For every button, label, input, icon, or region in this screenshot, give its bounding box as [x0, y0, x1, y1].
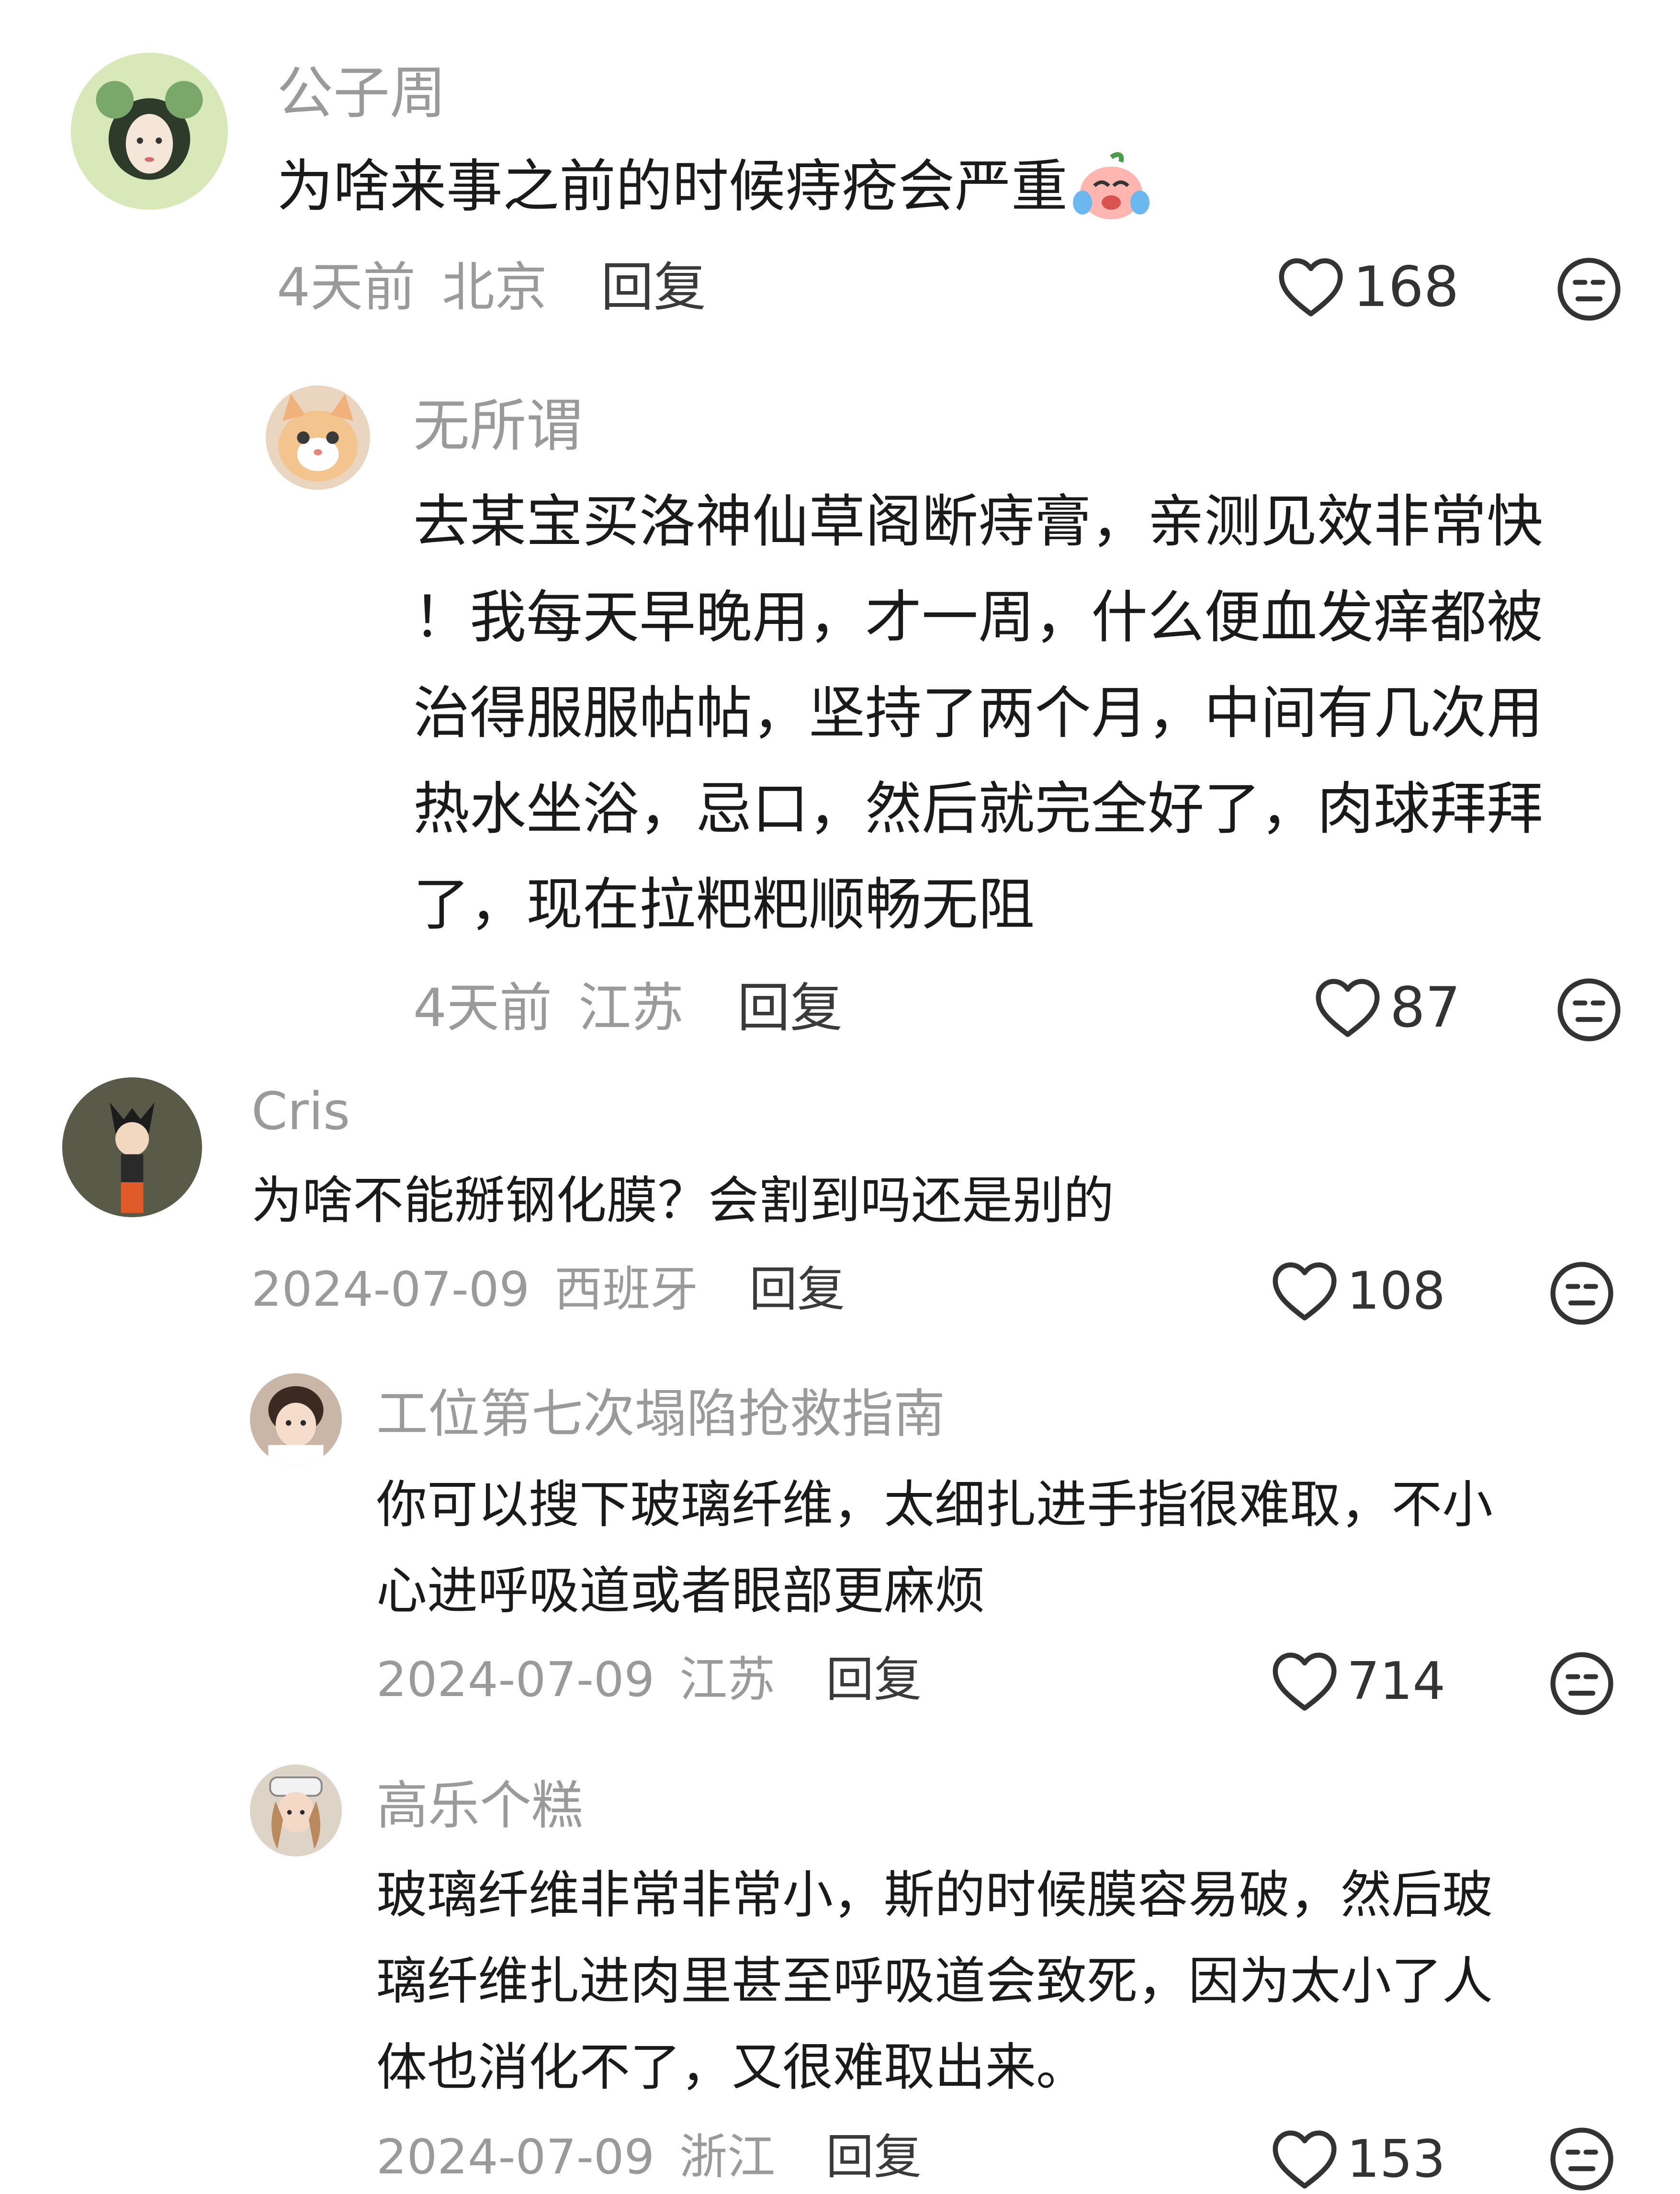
comment-username[interactable]: 公子周 [277, 65, 446, 121]
comment-time: 2024-07-09 [376, 2129, 655, 2185]
comment-text-line: 治得服服帖帖，坚持了两个月，中间有几次用 [413, 680, 1544, 746]
comment-location: 江苏 [578, 977, 684, 1039]
comment-location: 浙江 [679, 2129, 775, 2185]
avatar[interactable] [71, 53, 228, 210]
comment-text-line: 体也消化不了，又很难取出来。 [376, 2038, 1087, 2097]
avatar-image [62, 1077, 202, 1217]
comment-text-line: 为啥不能掰钢化膜？会割到吗还是别的 [251, 1171, 1114, 1230]
like-count: 87 [1390, 975, 1461, 1040]
comment-meta: 4天前 北京 [277, 261, 547, 314]
reply-button[interactable]: 回复 [749, 1266, 845, 1313]
comment-location: 江苏 [679, 1651, 775, 1708]
comment-username[interactable]: Cris [251, 1086, 350, 1138]
neutral-face-icon [1557, 258, 1621, 321]
comment-meta: 2024-07-09 西班牙 [251, 1266, 698, 1313]
neutral-face-icon [1550, 1652, 1613, 1715]
comment-time: 4天前 [413, 977, 552, 1039]
like-button[interactable]: 714 [1271, 1651, 1445, 1713]
comment-text: 你可以搜下玻璃纤维，太细扎进手指很难取，不小 心进呼吸道或者眼部更麻烦 [376, 1480, 1493, 1617]
dislike-button[interactable] [1549, 1651, 1615, 1717]
comment-text: 玻璃纤维非常非常小，斯的时候膜容易破，然后玻 璃纤维扎进肉里甚至呼吸道会致死，因… [376, 1870, 1493, 2093]
comment-meta: 2024-07-09 江苏 [376, 1656, 775, 1704]
heart-outline-icon [1279, 258, 1343, 317]
avatar-image [250, 1373, 342, 1465]
heart-outline-icon [1273, 1262, 1337, 1321]
comment-text: 为啥不能掰钢化膜？会割到吗还是别的 [251, 1176, 1114, 1226]
comment-text-line: 了，现在拉粑粑顺畅无阻 [413, 871, 1035, 938]
dislike-button[interactable] [1549, 1260, 1615, 1326]
like-button[interactable]: 153 [1271, 2128, 1445, 2191]
heart-outline-icon [1273, 1652, 1337, 1711]
dislike-button[interactable] [1556, 256, 1622, 322]
comment-text-line: 热水坐浴，忌口，然后就完全好了，肉球拜拜 [413, 776, 1544, 842]
avatar-image [250, 1764, 342, 1856]
like-count: 108 [1347, 1261, 1446, 1321]
like-button[interactable]: 108 [1271, 1260, 1445, 1323]
comment-text-line: 心进呼吸道或者眼部更麻烦 [376, 1561, 985, 1620]
crying-peach-emoji [1073, 152, 1150, 219]
comment-text-line: ！我每天早晚用，才一周，什么便血发痒都被 [413, 584, 1544, 650]
avatar[interactable] [250, 1764, 342, 1856]
like-button[interactable]: 168 [1277, 256, 1459, 318]
avatar-image [266, 385, 370, 490]
dislike-button[interactable] [1549, 2126, 1615, 2192]
comment-text-line: 去某宝买洛神仙草阁断痔膏，亲测见效非常快 [413, 488, 1544, 554]
comment-location: 北京 [441, 257, 547, 318]
comment-meta: 4天前 江苏 [413, 982, 684, 1034]
reply-button[interactable]: 回复 [601, 261, 706, 314]
heart-outline-icon [1316, 979, 1380, 1037]
comment-text-line-content: 为啥来事之前的时候痔疮会严重 [277, 153, 1068, 219]
like-button[interactable]: 87 [1314, 977, 1461, 1039]
comment-text-line: 为啥来事之前的时候痔疮会严重 [277, 152, 1152, 222]
comment-username[interactable]: 高乐个糕 [376, 1780, 583, 1832]
neutral-face-icon [1557, 978, 1621, 1041]
comment-time: 2024-07-09 [376, 1651, 655, 1708]
avatar-image [71, 53, 228, 210]
comment-text-line: 璃纤维扎进肉里甚至呼吸道会致死，因为太小了人 [376, 1952, 1493, 2011]
dislike-button[interactable] [1556, 977, 1622, 1043]
heart-outline-icon [1273, 2130, 1337, 2189]
reply-button[interactable]: 回复 [826, 2133, 922, 2181]
comment-username[interactable]: 无所谓 [413, 397, 583, 454]
reply-button[interactable]: 回复 [737, 982, 843, 1034]
comment-text-line: 玻璃纤维非常非常小，斯的时候膜容易破，然后玻 [376, 1866, 1493, 1924]
like-count: 168 [1353, 255, 1459, 319]
reply-button[interactable]: 回复 [826, 1656, 922, 1704]
comment-username[interactable]: 工位第七次塌陷抢救指南 [376, 1389, 945, 1440]
neutral-face-icon [1550, 1262, 1613, 1325]
comment-meta: 2024-07-09 浙江 [376, 2133, 775, 2181]
comment-text: 去某宝买洛神仙草阁断痔膏，亲测见效非常快 ！我每天早晚用，才一周，什么便血发痒都… [413, 493, 1543, 933]
avatar[interactable] [266, 385, 370, 490]
like-count: 714 [1347, 1651, 1446, 1711]
comment-time: 4天前 [277, 257, 416, 318]
avatar[interactable] [62, 1077, 202, 1217]
like-count: 153 [1347, 2129, 1446, 2189]
neutral-face-icon [1550, 2127, 1613, 2191]
comment-text: 为啥来事之前的时候痔疮会严重 [277, 152, 1152, 222]
comment-time: 2024-07-09 [251, 1261, 530, 1317]
avatar[interactable] [250, 1373, 342, 1465]
comment-location: 西班牙 [554, 1261, 698, 1317]
comment-text-line: 你可以搜下玻璃纤维，太细扎进手指很难取，不小 [376, 1475, 1493, 1534]
